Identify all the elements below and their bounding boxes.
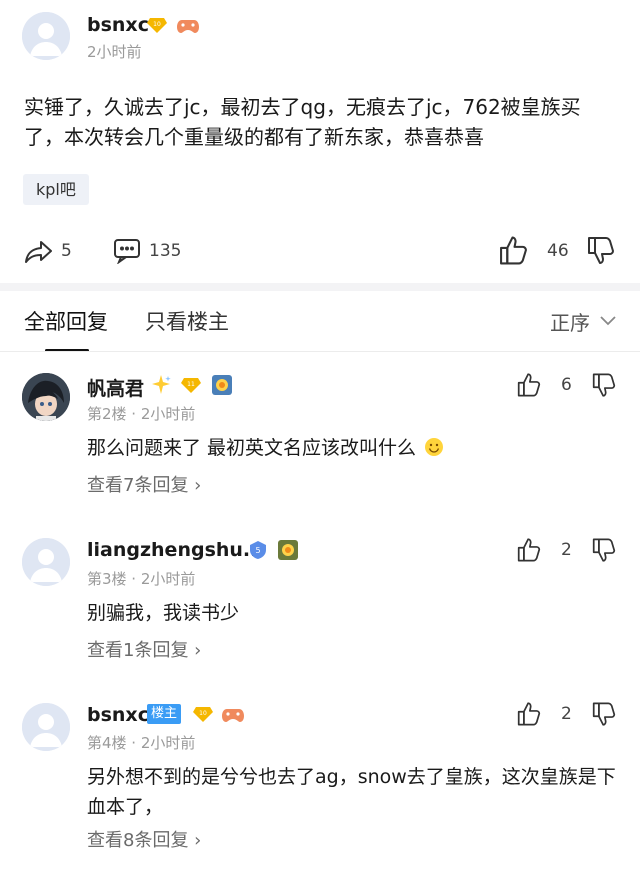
thumbs-up-icon[interactable] xyxy=(517,371,541,398)
view-replies-link[interactable]: 查看7条回复 › xyxy=(87,471,201,497)
reply-body: 那么问题来了 最初英文名应该改叫什么 xyxy=(87,433,627,463)
achievement-badge-icon xyxy=(277,539,299,561)
smile-emoji-icon xyxy=(424,436,444,456)
op-badge: 楼主 xyxy=(147,704,182,724)
post-author-avatar[interactable] xyxy=(22,12,70,60)
post-body: 实锤了，久诚去了jc，最初去了qg，无痕去了jc，762被皇族买了，本次转会几个… xyxy=(24,95,581,149)
thumbs-down-icon[interactable] xyxy=(587,235,615,267)
svg-text:5: 5 xyxy=(255,546,260,555)
reply-like-count: 6 xyxy=(561,375,572,395)
thumbs-up-icon[interactable] xyxy=(499,234,528,266)
post-author-name[interactable]: bsnxc xyxy=(87,14,149,36)
sort-dropdown-label[interactable]: 正序 xyxy=(550,307,590,336)
level-badge-icon: 10 xyxy=(147,17,167,33)
reply-author-name[interactable]: bsnxc xyxy=(87,704,149,726)
tabs-divider xyxy=(0,351,640,352)
level-badge-icon: 11 xyxy=(181,377,201,393)
reply-author-name[interactable]: liangzhengshu... xyxy=(87,539,265,561)
reply-body: 另外想不到的是兮兮也去了ag，snow去了皇族，这次皇族是下血本了， xyxy=(87,766,616,818)
tab-op-only[interactable]: 只看楼主 xyxy=(145,306,229,336)
thumbs-down-icon[interactable] xyxy=(592,701,616,728)
svg-text:11: 11 xyxy=(187,381,195,388)
comment-count: 135 xyxy=(149,241,182,261)
reply-floor-time: 第3楼 · 2小时前 xyxy=(87,570,196,588)
level-shield-icon: 5 xyxy=(248,540,268,560)
gamepad-badge-icon xyxy=(222,705,244,723)
thumbs-up-icon[interactable] xyxy=(517,536,541,563)
view-replies-link[interactable]: 查看1条回复 › xyxy=(87,636,201,662)
reply-avatar[interactable] xyxy=(22,538,70,586)
share-count: 5 xyxy=(61,241,72,261)
view-replies-link[interactable]: 查看8条回复 › xyxy=(87,826,201,852)
forum-tag[interactable]: kpl吧 xyxy=(23,174,89,205)
reply-author-name[interactable]: 帆高君 xyxy=(87,374,144,401)
post-time: 2小时前 xyxy=(87,43,142,61)
gamepad-badge-icon xyxy=(177,16,199,34)
share-icon[interactable] xyxy=(24,236,54,266)
reply-body-text: 那么问题来了 最初英文名应该改叫什么 xyxy=(87,437,417,459)
reply-body: 别骗我，我读书少 xyxy=(87,602,240,624)
reply-floor-time: 第2楼 · 2小时前 xyxy=(87,405,196,423)
tab-all-replies[interactable]: 全部回复 xyxy=(24,306,108,336)
comment-icon[interactable] xyxy=(113,236,141,264)
level-badge-icon: 10 xyxy=(193,706,213,722)
reply-avatar[interactable] xyxy=(22,373,70,421)
svg-text:10: 10 xyxy=(153,21,161,28)
thumbs-down-icon[interactable] xyxy=(592,372,616,399)
reply-floor-time: 第4楼 · 2小时前 xyxy=(87,734,196,752)
reply-like-count: 2 xyxy=(561,540,572,560)
reply-like-count: 2 xyxy=(561,704,572,724)
achievement-badge-icon xyxy=(211,374,233,396)
reply-avatar[interactable] xyxy=(22,703,70,751)
svg-text:10: 10 xyxy=(199,710,207,717)
section-divider xyxy=(0,283,640,291)
thumbs-down-icon[interactable] xyxy=(592,537,616,564)
thumbs-up-icon[interactable] xyxy=(517,700,541,727)
chevron-down-icon[interactable] xyxy=(598,312,618,328)
like-count: 46 xyxy=(547,241,569,261)
sparkle-icon xyxy=(150,374,172,396)
